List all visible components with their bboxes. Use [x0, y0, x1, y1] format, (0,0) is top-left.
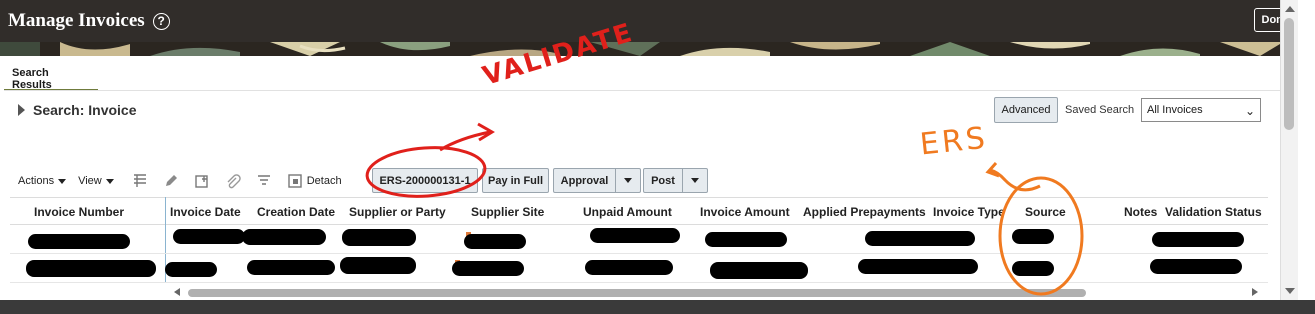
redacted-cell [165, 262, 217, 277]
redacted-cell [340, 257, 416, 274]
redacted-cell [452, 261, 524, 276]
redacted-cell [858, 259, 978, 274]
ers-invoice-button[interactable]: ERS-200000131-1 [372, 168, 478, 193]
pay-in-full-button[interactable]: Pay in Full [482, 168, 549, 193]
advanced-button[interactable]: Advanced [994, 97, 1058, 123]
approval-split-button[interactable]: Approval [553, 168, 641, 193]
table-row[interactable] [10, 225, 1268, 254]
page-bottom-bar [0, 300, 1315, 314]
search-section-header[interactable]: Search: Invoice [18, 102, 137, 118]
vertical-scroll-thumb[interactable] [1284, 18, 1294, 130]
table-header: Invoice Number Invoice Date Creation Dat… [10, 197, 1268, 225]
export-icon[interactable] [194, 173, 210, 189]
column-header[interactable]: Validation Status [1165, 205, 1262, 219]
caret-down-icon [624, 178, 632, 183]
horizontal-scrollbar[interactable] [170, 286, 1262, 299]
scroll-left-icon[interactable] [174, 288, 180, 296]
actions-label: Actions [18, 175, 55, 187]
redacted-cell [464, 234, 526, 249]
redacted-cell [585, 260, 673, 275]
post-split-button[interactable]: Post [643, 168, 708, 193]
column-header[interactable]: Notes [1124, 205, 1157, 219]
edit-icon[interactable] [163, 173, 179, 189]
column-header[interactable]: Unpaid Amount [583, 205, 672, 219]
redacted-cell [1012, 261, 1054, 276]
caret-down-icon [105, 178, 114, 184]
redacted-cell [173, 229, 245, 244]
saved-search-value: All Invoices [1147, 104, 1203, 116]
expand-triangle-icon[interactable] [18, 104, 25, 116]
decorative-banner [0, 42, 1280, 56]
table-row[interactable] [10, 254, 1268, 283]
column-header[interactable]: Invoice Number [34, 205, 124, 219]
post-button[interactable]: Post [643, 168, 683, 193]
redacted-cell [710, 262, 808, 279]
help-icon[interactable]: ? [152, 12, 170, 30]
redacted-cell [247, 260, 335, 275]
title-bar: Manage Invoices ? [0, 0, 1280, 42]
saved-search-select[interactable]: All Invoices ⌄ [1141, 98, 1261, 122]
horizontal-scroll-thumb[interactable] [188, 289, 1086, 297]
approval-button[interactable]: Approval [553, 168, 616, 193]
scroll-down-icon[interactable] [1285, 288, 1295, 294]
redacted-cell [28, 234, 130, 249]
scroll-up-icon[interactable] [1285, 6, 1295, 12]
redacted-cell [1152, 232, 1244, 247]
approval-dropdown[interactable] [616, 168, 641, 193]
redacted-cell [242, 229, 326, 245]
redacted-cell [26, 260, 156, 277]
redacted-cell [590, 228, 680, 243]
table-toolbar: Actions View Detach [18, 168, 342, 194]
column-header[interactable]: Invoice Amount [700, 205, 790, 219]
column-header[interactable]: Supplier or Party [349, 205, 446, 219]
detach-icon[interactable] [287, 173, 303, 189]
caret-down-icon [691, 178, 699, 183]
vertical-scrollbar[interactable] [1280, 0, 1298, 300]
column-header[interactable]: Invoice Type [933, 205, 1005, 219]
redacted-cell [1012, 229, 1054, 244]
saved-search-label: Saved Search [1065, 104, 1135, 116]
caret-down-icon [58, 178, 67, 184]
tab-divider [4, 90, 1280, 91]
orange-arrow-annotation [989, 168, 1041, 192]
column-header[interactable]: Applied Prepayments [803, 205, 926, 219]
redacted-cell [865, 231, 975, 246]
view-menu[interactable]: View [78, 175, 114, 187]
scroll-right-icon[interactable] [1252, 288, 1258, 296]
chevron-down-icon: ⌄ [1244, 104, 1255, 118]
filter-icon[interactable] [256, 173, 272, 189]
column-header[interactable]: Supplier Site [471, 205, 544, 219]
search-title: Search: Invoice [33, 102, 137, 118]
column-header[interactable]: Creation Date [257, 205, 335, 219]
detach-label[interactable]: Detach [307, 175, 342, 187]
post-dropdown[interactable] [683, 168, 708, 193]
view-label: View [78, 175, 102, 187]
red-arrow-annotation [439, 130, 491, 152]
freeze-icon[interactable] [132, 173, 148, 189]
column-header[interactable]: Source [1025, 205, 1066, 219]
column-header[interactable]: Invoice Date [170, 205, 241, 219]
redacted-cell [342, 229, 416, 246]
redacted-cell [1150, 259, 1242, 274]
advanced-label: Advanced [1001, 104, 1051, 116]
manage-invoices-screen: { "header": { "title": "Manage Invoices"… [0, 0, 1315, 314]
ers-annotation-text: ERS [918, 120, 990, 163]
actions-menu[interactable]: Actions [18, 175, 67, 187]
page-title: Manage Invoices [8, 10, 145, 31]
tab-search-results[interactable]: Search Results [4, 64, 98, 91]
redacted-cell [705, 232, 787, 247]
invoices-table: Invoice Number Invoice Date Creation Dat… [10, 197, 1268, 285]
attachment-icon[interactable] [225, 173, 241, 189]
